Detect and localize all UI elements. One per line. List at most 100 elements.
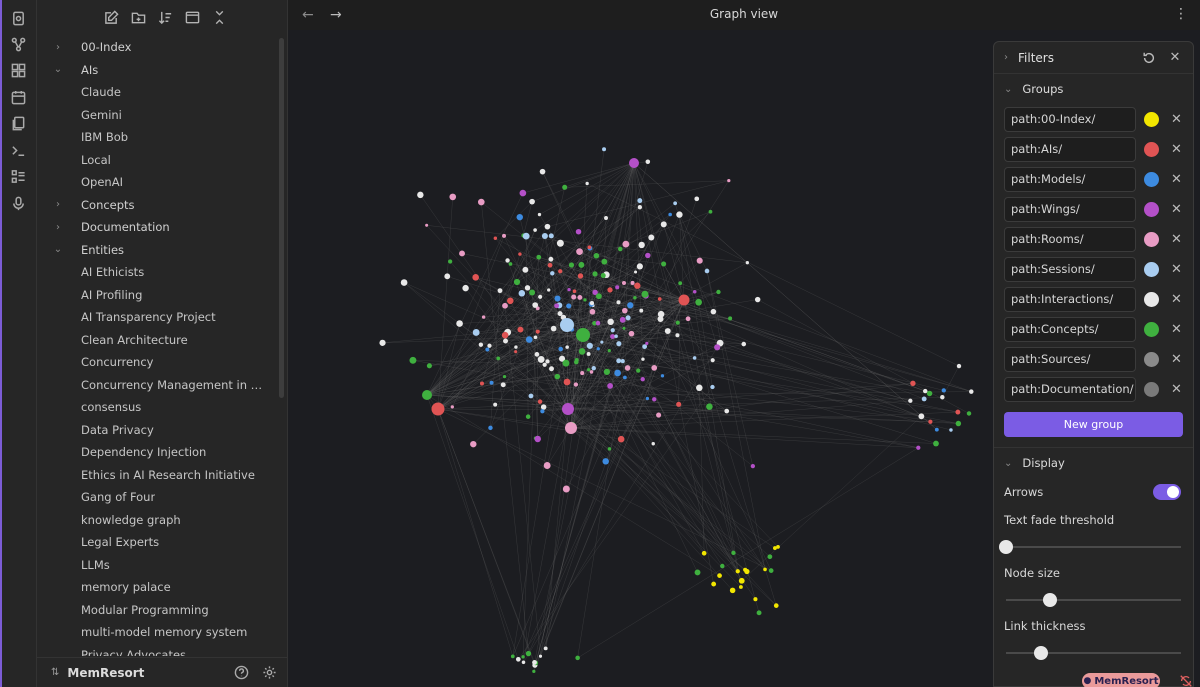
file-item[interactable]: Legal Experts	[37, 531, 281, 554]
graph-node[interactable]	[562, 359, 570, 367]
sort-icon[interactable]	[157, 9, 174, 26]
graph-node[interactable]	[571, 294, 577, 300]
graph-node[interactable]	[519, 189, 527, 197]
graph-node[interactable]	[535, 329, 540, 334]
file-item[interactable]: Gemini	[37, 104, 281, 127]
remove-group-icon[interactable]: ✕	[1171, 292, 1182, 307]
graph-node[interactable]	[578, 348, 586, 355]
graph-node[interactable]	[641, 357, 645, 361]
folder-entities[interactable]: ⌄ Entities	[37, 239, 281, 262]
graph-node[interactable]	[589, 370, 594, 374]
graph-node[interactable]	[745, 261, 749, 265]
graph-node[interactable]	[607, 383, 614, 389]
graph-node[interactable]	[586, 351, 591, 356]
graph-node[interactable]	[940, 395, 945, 400]
graph-node[interactable]	[481, 315, 486, 319]
graph-node[interactable]	[576, 248, 583, 255]
graph-node[interactable]	[548, 256, 554, 262]
graph-node[interactable]	[910, 380, 916, 386]
graph-node[interactable]	[710, 308, 717, 315]
graph-node[interactable]	[750, 464, 755, 469]
file-item[interactable]: Data Privacy	[37, 419, 281, 442]
graph-node[interactable]	[549, 366, 554, 372]
link-thickness-slider[interactable]	[1006, 640, 1181, 665]
graph-node[interactable]	[593, 252, 600, 259]
graph-node[interactable]	[602, 458, 609, 465]
graph-node[interactable]	[538, 654, 543, 658]
graph-node[interactable]	[633, 295, 637, 300]
remove-group-icon[interactable]: ✕	[1171, 112, 1182, 127]
graph-node[interactable]	[563, 378, 571, 386]
graph-node[interactable]	[521, 655, 525, 659]
graph-node[interactable]	[645, 159, 651, 164]
graph-node[interactable]	[767, 554, 773, 560]
graph-node[interactable]	[417, 191, 424, 199]
graph-node[interactable]	[675, 320, 680, 325]
group-color-swatch[interactable]	[1144, 291, 1159, 307]
file-item[interactable]: Ethics in AI Research Initiative	[37, 464, 281, 487]
graph-node[interactable]	[744, 568, 750, 575]
graph-node[interactable]	[607, 287, 613, 293]
graph-node[interactable]	[489, 380, 494, 385]
graph-node[interactable]	[708, 209, 713, 214]
graph-node[interactable]	[710, 384, 715, 390]
graph-node[interactable]	[660, 221, 667, 228]
group-color-swatch[interactable]	[1144, 381, 1159, 397]
graph-node[interactable]	[558, 346, 564, 352]
group-color-swatch[interactable]	[1144, 231, 1159, 247]
graph-node[interactable]	[637, 198, 643, 204]
graph-node[interactable]	[502, 374, 507, 379]
graph-node[interactable]	[585, 181, 589, 186]
graph-node[interactable]	[565, 345, 569, 349]
graph-node[interactable]	[651, 442, 655, 446]
group-query-input[interactable]: path:Wings/	[1004, 196, 1136, 222]
graph-node[interactable]	[711, 581, 717, 587]
graph-node[interactable]	[500, 382, 506, 388]
collapse-view-icon[interactable]	[184, 9, 201, 26]
graph-node[interactable]	[941, 388, 946, 393]
graph-node[interactable]	[921, 396, 927, 402]
graph-node[interactable]	[521, 660, 526, 665]
graph-node[interactable]	[575, 655, 580, 661]
graph-node[interactable]	[518, 252, 522, 256]
graph-node[interactable]	[692, 356, 697, 360]
graph-node[interactable]	[534, 435, 541, 443]
graph-node[interactable]	[934, 427, 939, 432]
graph-node[interactable]	[694, 569, 701, 576]
graph-node[interactable]	[400, 279, 408, 286]
graph-node[interactable]	[642, 344, 648, 349]
new-folder-icon[interactable]	[130, 9, 147, 26]
graph-node[interactable]	[969, 389, 974, 394]
graph-node[interactable]	[756, 610, 762, 616]
file-item[interactable]: Concurrency Management in Data...	[37, 374, 281, 397]
graph-node[interactable]	[577, 294, 583, 300]
graph-node[interactable]	[636, 368, 641, 373]
graph-node[interactable]	[544, 223, 551, 230]
graph-node[interactable]	[629, 158, 639, 168]
graph-node[interactable]	[623, 375, 627, 380]
graph-node[interactable]	[477, 198, 485, 206]
groups-section-header[interactable]: ⌄ Groups	[994, 74, 1193, 104]
graph-node[interactable]	[456, 320, 463, 327]
graph-node[interactable]	[525, 414, 531, 419]
graph-node[interactable]	[550, 271, 555, 276]
graph-node[interactable]	[918, 413, 925, 420]
graph-node[interactable]	[724, 408, 730, 414]
group-color-swatch[interactable]	[1144, 171, 1159, 187]
graph-node[interactable]	[616, 300, 621, 305]
graph-node[interactable]	[532, 302, 539, 308]
sync-error-icon[interactable]	[1179, 673, 1193, 687]
graph-node[interactable]	[652, 397, 657, 402]
quick-switcher-icon[interactable]	[9, 9, 27, 27]
graph-node[interactable]	[524, 285, 531, 291]
graph-node[interactable]	[513, 278, 521, 286]
group-query-input[interactable]: path:Interactions/	[1004, 286, 1136, 312]
graph-node[interactable]	[731, 550, 736, 556]
graph-node[interactable]	[678, 281, 683, 286]
close-icon[interactable]: ✕	[1167, 50, 1183, 66]
graph-node[interactable]	[545, 359, 550, 364]
graph-node[interactable]	[539, 168, 546, 175]
group-color-swatch[interactable]	[1144, 321, 1159, 337]
graph-node[interactable]	[587, 368, 591, 372]
calendar-icon[interactable]	[9, 88, 27, 106]
